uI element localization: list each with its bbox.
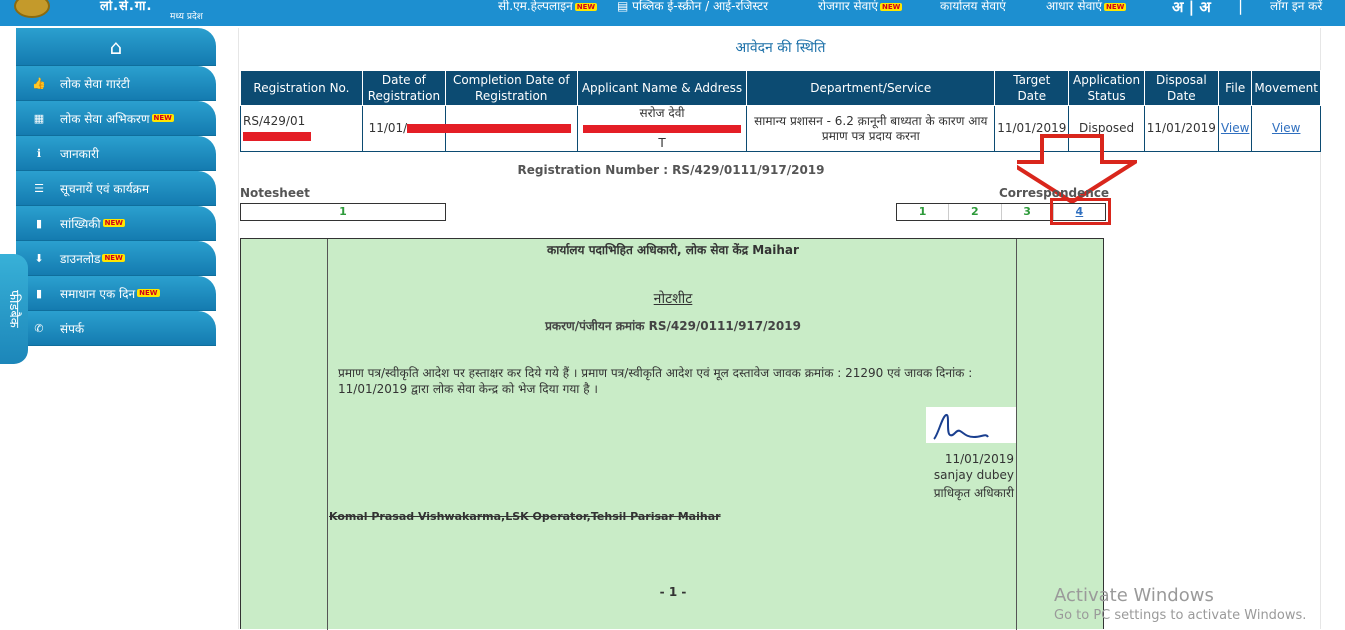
highlight-annotation-box <box>1050 198 1111 225</box>
movement-view-link[interactable]: View <box>1272 121 1300 135</box>
sidebar-item-notices[interactable]: ☰ सूचनायें एवं कार्यक्रम <box>16 171 216 206</box>
page-number: - 1 - <box>659 585 687 599</box>
cell-movement: View <box>1251 105 1321 152</box>
redaction-mark <box>243 131 311 141</box>
nav-employment[interactable]: रोजगार सेवाएं NEW <box>818 0 903 14</box>
nav-public-escreen[interactable]: ▤ पब्लिक ई-स्क्रीन / आई-रजिस्टर <box>617 0 768 14</box>
sidebar-item-service-agency[interactable]: ▦ लोक सेवा अभिकरण NEW <box>16 101 216 136</box>
col-completion-date: Completion Date of Registration <box>444 70 578 106</box>
cell-disposal-date: 11/01/2019 <box>1143 105 1219 152</box>
bar-chart-icon: ▮ <box>35 286 43 300</box>
col-movement: Movement <box>1251 70 1321 106</box>
application-status-table: Registration No. Date of Registration Co… <box>240 70 1321 152</box>
cell-file: View <box>1217 105 1253 152</box>
nav-aadhaar[interactable]: आधार सेवाएं NEW <box>1046 0 1127 14</box>
document-body: कार्यालय पदाभिहित अधिकारी, लोक सेवा केंद… <box>327 239 1017 630</box>
emblem-logo[interactable] <box>14 0 50 18</box>
main-content: आवेदन की स्थिति Registration No. Date of… <box>238 28 1321 630</box>
redaction-mark <box>431 124 572 133</box>
office-heading: कार्यालय पदाभिहित अधिकारी, लोक सेवा केंद… <box>547 243 799 257</box>
sidebar-item-download[interactable]: ⬇ डाउनलोड NEW <box>16 241 216 276</box>
case-number: प्रकरण/पंजीयन क्रमांक RS/429/0111/917/20… <box>545 319 801 333</box>
sidebar-item-label: समाधान एक दिन <box>60 286 136 301</box>
top-bar: लो.से.गा. मध्य प्रदेश सी.एम.हेल्पलाइन NEW… <box>0 0 1345 26</box>
document-icon: ▤ <box>617 0 633 13</box>
sidebar-item-label: डाउनलोड <box>60 251 101 266</box>
sidebar-item-home[interactable]: ⌂ <box>16 28 216 66</box>
new-badge: NEW <box>880 2 903 11</box>
watermark-subtitle: Go to PC settings to activate Windows. <box>1054 608 1307 623</box>
sidebar-item-label: जानकारी <box>60 146 100 161</box>
thumbs-up-icon: 👍 <box>32 76 46 90</box>
sidebar-item-information[interactable]: ℹ जानकारी <box>16 136 216 171</box>
col-date-of-registration: Date of Registration <box>361 70 446 106</box>
signer-role: प्राधिकृत अधिकारी <box>933 486 1014 500</box>
nav-office-services[interactable]: कार्यालय सेवाएं <box>940 0 1006 14</box>
col-applicant: Applicant Name & Address <box>576 70 748 106</box>
new-badge: NEW <box>151 114 174 122</box>
sidebar-item-samadhan[interactable]: ▮ समाधान एक दिन NEW <box>16 276 216 311</box>
sidebar-item-label: सांख्यिकी <box>60 216 101 231</box>
windows-activation-watermark: Activate Windows Go to PC settings to ac… <box>1054 585 1306 623</box>
new-badge: NEW <box>574 2 598 11</box>
page-title: आवेदन की स्थिति <box>735 40 826 56</box>
correspondence-page-3[interactable]: 3 <box>1002 204 1054 220</box>
sidebar-item-label: लोक सेवा अभिकरण <box>60 111 150 126</box>
notesheet-heading: नोटशीट <box>653 291 693 307</box>
operator-line: Komal Prasad Vishwakarma,LSK Operator,Te… <box>329 510 721 523</box>
signature-date: 11/01/2019 <box>944 452 1014 466</box>
info-icon: ℹ <box>36 146 42 160</box>
download-icon: ⬇ <box>34 251 44 265</box>
applicant-name: सरोज देवी <box>639 106 685 120</box>
redaction-mark <box>583 124 741 133</box>
cell-registration-no: RS/429/01 <box>240 105 363 152</box>
sidebar-item-contact[interactable]: ✆ संपर्क <box>16 311 216 346</box>
correspondence-page-2[interactable]: 2 <box>949 204 1002 220</box>
phone-icon: ✆ <box>34 321 44 335</box>
correspondence-page-1[interactable]: 1 <box>897 204 950 220</box>
font-size-toggle[interactable]: अ | अ <box>1172 0 1211 17</box>
col-target-date: Target Date <box>994 70 1070 106</box>
sidebar-item-service-guarantee[interactable]: 👍 लोक सेवा गारंटी <box>16 66 216 101</box>
col-registration-no: Registration No. <box>240 70 363 106</box>
col-disposal-date: Disposal Date <box>1143 70 1219 106</box>
notesheet-document: कार्यालय पदाभिहित अधिकारी, लोक सेवा केंद… <box>240 238 1104 630</box>
file-view-link[interactable]: View <box>1221 121 1249 135</box>
notesheet-text: प्रमाण पत्र/स्वीकृति आदेश पर हस्ताक्षर क… <box>338 366 973 396</box>
grid-icon: ▦ <box>33 111 45 125</box>
watermark-title: Activate Windows <box>1054 585 1214 606</box>
col-application-status: Application Status <box>1068 70 1145 106</box>
site-logo-subtitle: मध्य प्रदेश <box>170 12 203 22</box>
login-link[interactable]: लॉग इन करें <box>1270 0 1322 14</box>
sidebar-item-label: सूचनायें एवं कार्यक्रम <box>60 181 150 196</box>
list-icon: ☰ <box>34 181 44 195</box>
signature-icon <box>933 414 989 440</box>
table-row: RS/429/01 11/01/ सरोज देवी T सामान्य प्र… <box>240 105 1321 152</box>
cell-applicant: सरोज देवी T <box>576 105 748 152</box>
sidebar-item-statistics[interactable]: ▮ सांख्यिकी NEW <box>16 206 216 241</box>
notesheet-page-1[interactable]: 1 <box>240 203 446 221</box>
signer-name: sanjay dubey <box>933 468 1014 482</box>
col-department-service: Department/Service <box>746 70 996 106</box>
sidebar: ⌂ 👍 लोक सेवा गारंटी ▦ लोक सेवा अभिकरण NE… <box>16 28 216 346</box>
sidebar-item-label: संपर्क <box>60 321 85 336</box>
nav-cm-helpline[interactable]: सी.एम.हेल्पलाइन NEW <box>498 0 598 14</box>
registration-number-heading: Registration Number : RS/429/0111/917/20… <box>517 163 825 177</box>
new-badge: NEW <box>137 289 160 297</box>
cell-completion-date <box>431 105 578 152</box>
signature-image <box>926 407 1016 443</box>
notesheet-label: Notesheet <box>240 186 310 200</box>
signature-stroke <box>933 414 989 440</box>
home-icon: ⌂ <box>109 34 123 59</box>
sidebar-item-label: लोक सेवा गारंटी <box>60 76 130 91</box>
new-badge: NEW <box>102 254 125 262</box>
col-file: File <box>1217 70 1253 106</box>
site-logo-text: लो.से.गा. <box>100 0 153 14</box>
bar-chart-icon: ▮ <box>35 216 43 230</box>
cell-department-service: सामान्य प्रशासन - 6.2 क़ानूनी बाध्यता के… <box>746 105 996 152</box>
new-badge: NEW <box>1104 2 1127 11</box>
nav-separator: | <box>1238 0 1244 15</box>
feedback-tab[interactable]: फीडबैक <box>0 254 28 364</box>
new-badge: NEW <box>102 219 126 227</box>
